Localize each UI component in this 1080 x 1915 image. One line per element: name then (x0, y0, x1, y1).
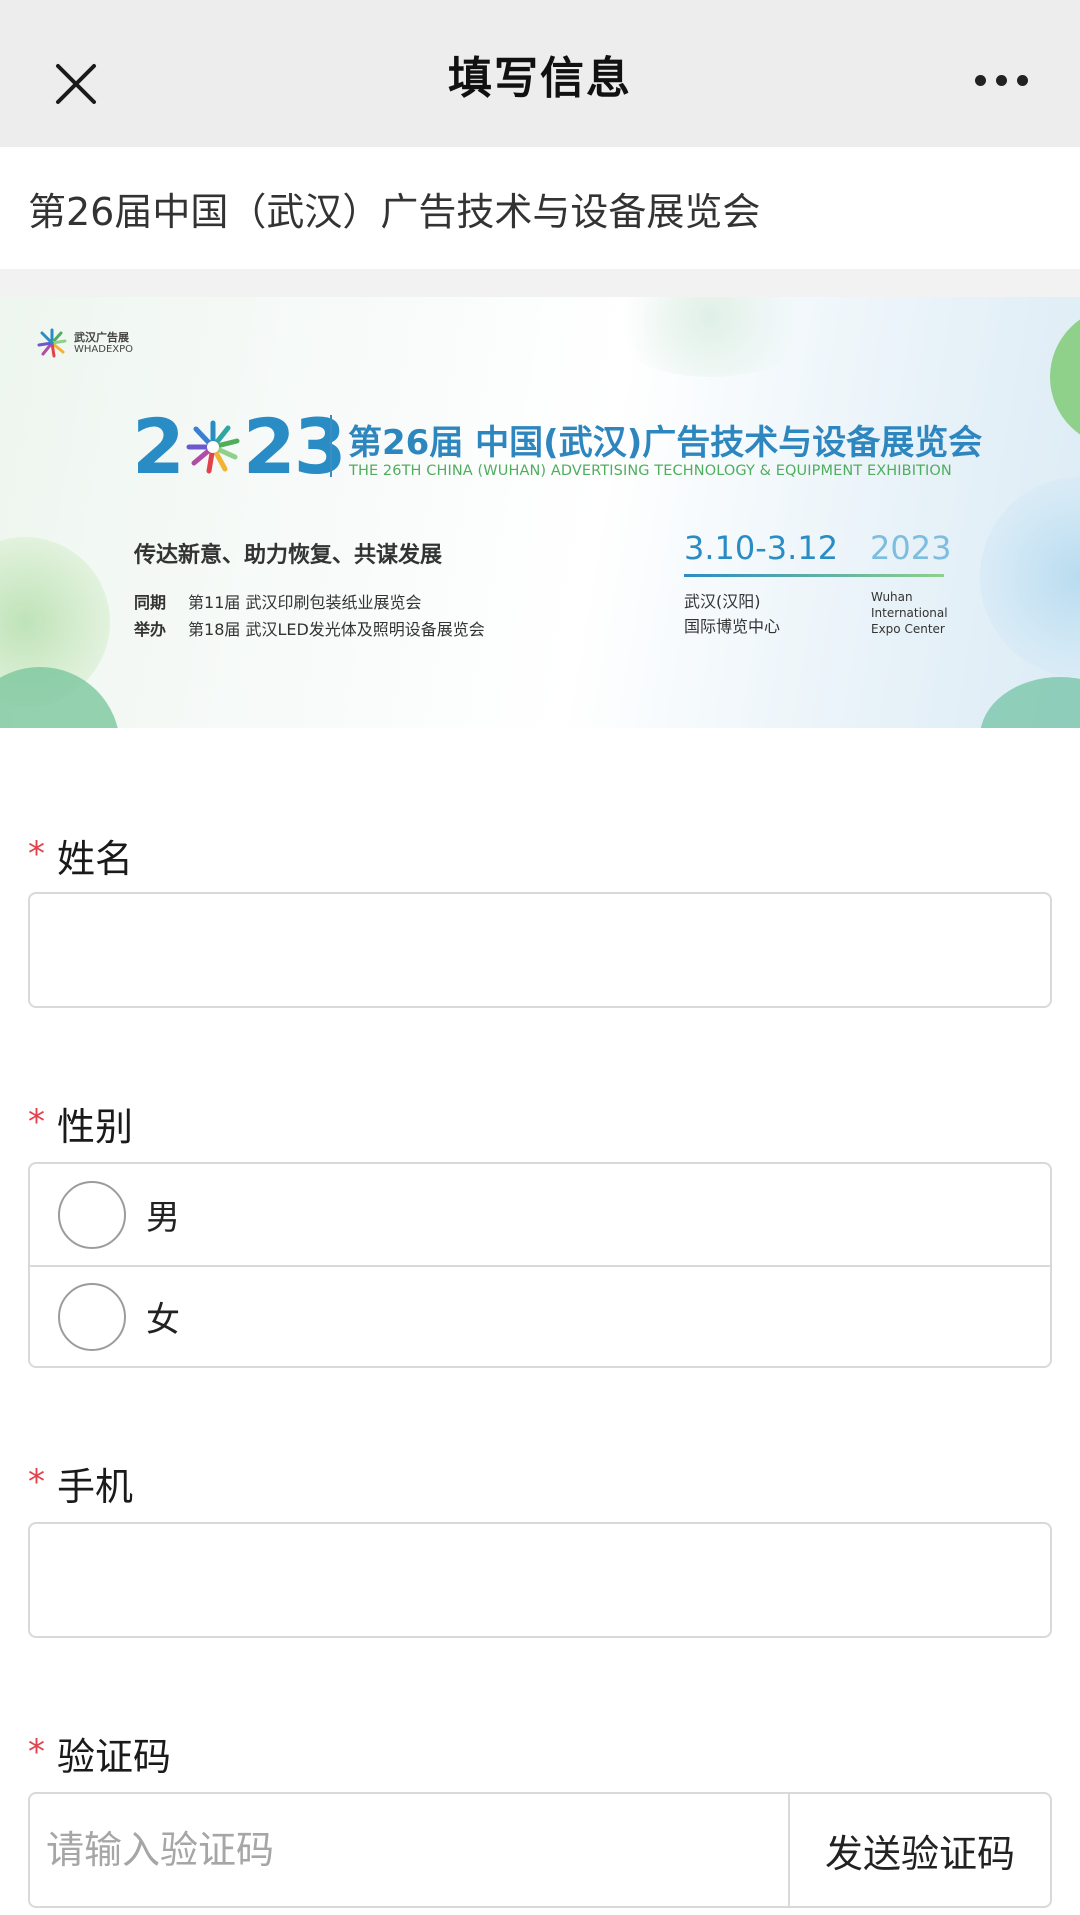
gender-option-label: 女 (146, 1300, 180, 1340)
name-label: * 姓名 (28, 828, 133, 883)
whadexpo-logo-icon (37, 328, 67, 358)
year-digit: 2 (132, 402, 185, 491)
gender-option-female[interactable]: 女 (30, 1265, 1050, 1366)
phone-input[interactable] (28, 1522, 1052, 1638)
venue-en-line-3: Expo Center (871, 622, 945, 636)
gender-label-text: 性别 (57, 1105, 134, 1149)
gender-radio-group: 男 女 (28, 1162, 1052, 1368)
banner-year: 2 23 (132, 402, 347, 491)
banner-venue-cn: 武汉(汉阳) 国际博览中心 (684, 589, 780, 639)
host-key: 举办 (134, 620, 167, 639)
concurrent-value: 第11届 武汉印刷包装纸业展览会 (188, 593, 422, 612)
banner-date-underline (684, 574, 944, 577)
name-input[interactable] (28, 892, 1052, 1008)
top-nav-bar: 填写信息 (0, 0, 1080, 147)
banner-title-cn: 第26届 中国(武汉)广告技术与设备展览会 (348, 423, 983, 463)
send-code-button[interactable]: 发送验证码 (788, 1792, 1052, 1908)
code-label-text: 验证码 (57, 1735, 172, 1779)
phone-label: * 手机 (28, 1456, 133, 1511)
more-dots-icon[interactable] (975, 75, 1028, 86)
banner-logo: 武汉广告展 WHADEXPO (36, 327, 133, 359)
concurrent-key: 同期 (134, 593, 167, 612)
banner-concurrent-row: 同期 第11届 武汉印刷包装纸业展览会 (134, 589, 421, 613)
banner-divider (330, 415, 332, 477)
venue-en-line-2: International (871, 606, 948, 620)
gender-option-label: 男 (146, 1198, 180, 1238)
required-mark: * (28, 1101, 45, 1142)
sunburst-icon (186, 420, 240, 474)
required-mark: * (28, 1731, 45, 1772)
radio-button[interactable] (58, 1180, 126, 1249)
venue-line-2: 国际博览中心 (684, 617, 781, 636)
close-icon[interactable] (50, 58, 102, 110)
page-title: 填写信息 (448, 52, 632, 104)
phone-label-text: 手机 (57, 1465, 134, 1509)
name-label-text: 姓名 (57, 837, 134, 881)
banner-venue-en: Wuhan International Expo Center (871, 589, 948, 637)
section-divider (0, 269, 1080, 297)
event-title: 第26届中国（武汉）广告技术与设备展览会 (0, 147, 1080, 269)
venue-line-1: 武汉(汉阳) (684, 592, 761, 611)
host-value: 第18届 武汉LED发光体及照明设备展览会 (188, 620, 485, 639)
radio-button[interactable] (58, 1282, 126, 1351)
verification-code-input[interactable] (28, 1792, 790, 1908)
venue-en-line-1: Wuhan (871, 590, 913, 604)
required-mark: * (28, 833, 45, 874)
banner-host-row: 举办 第18届 武汉LED发光体及照明设备展览会 (134, 616, 485, 640)
logo-text-en: WHADEXPO (74, 343, 134, 355)
logo-text-cn: 武汉广告展 (74, 330, 129, 344)
gender-option-male[interactable]: 男 (30, 1164, 1050, 1265)
banner-dates: 3.10-3.12 (684, 529, 839, 567)
banner-slogan: 传达新意、助力恢复、共谋发展 (134, 543, 443, 568)
event-banner: 武汉广告展 WHADEXPO 2 23 第26届 中国(武汉)广告技术与设备展览… (0, 297, 1080, 728)
banner-title-en: THE 26TH CHINA (WUHAN) ADVERTISING TECHN… (349, 463, 952, 479)
code-label: * 验证码 (28, 1726, 171, 1781)
gender-label: * 性别 (28, 1096, 133, 1151)
required-mark: * (28, 1461, 45, 1502)
banner-dates-year: 2023 (870, 529, 952, 567)
